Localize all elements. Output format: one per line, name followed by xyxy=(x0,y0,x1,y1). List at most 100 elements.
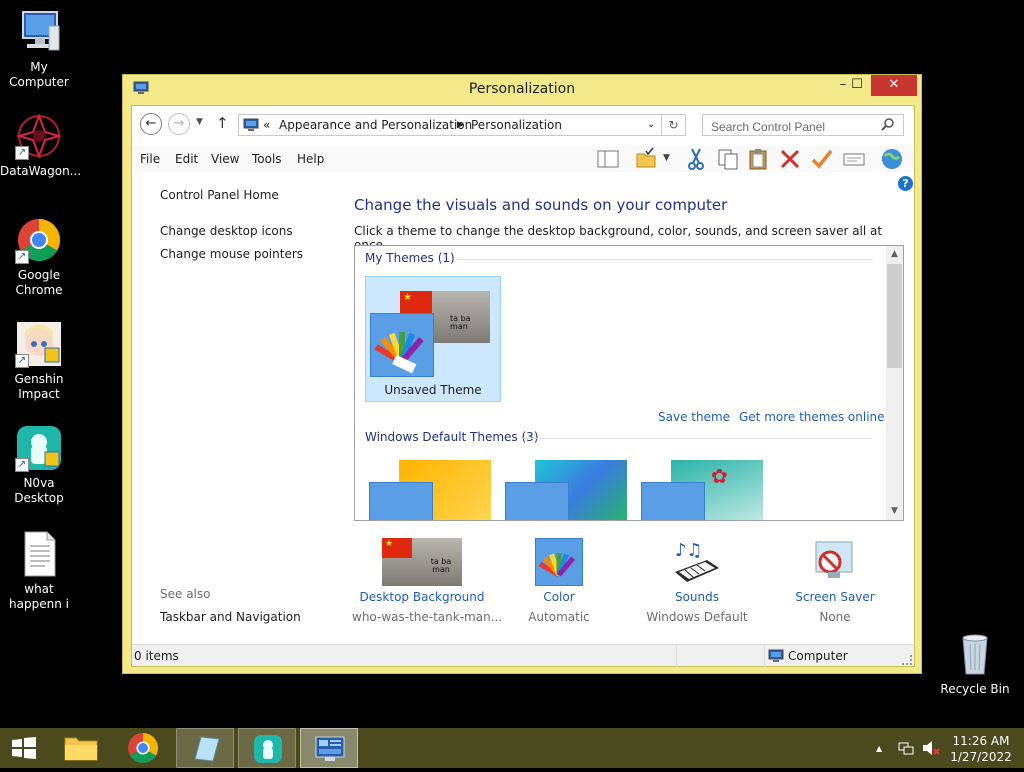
change-desktop-icons-link[interactable]: Change desktop icons xyxy=(160,224,293,238)
control-panel-icon xyxy=(315,736,345,761)
color-setting[interactable]: Color Automatic xyxy=(489,538,629,624)
recycle-bin-icon xyxy=(951,630,999,678)
unsaved-theme-tile[interactable]: ★ ta ba man Unsaved Theme xyxy=(365,276,501,402)
computer-icon xyxy=(768,649,784,663)
back-button[interactable]: ← xyxy=(140,113,162,135)
globe-icon[interactable] xyxy=(880,147,904,171)
setting-value: who-was-the-tank-man... xyxy=(352,610,503,624)
change-mouse-pointers-link[interactable]: Change mouse pointers xyxy=(160,247,303,261)
shortcut-arrow-icon: ↗ xyxy=(15,146,29,160)
up-arrow-icon[interactable]: ↑ xyxy=(216,114,229,132)
themes-scrollbar[interactable]: ▲ ▼ xyxy=(886,246,903,520)
clock-time: 11:26 AM xyxy=(952,734,1010,748)
recent-locations-chevron-icon[interactable]: ▼ xyxy=(196,117,203,127)
menu-file[interactable]: File xyxy=(140,152,160,166)
close-button[interactable]: ✕ xyxy=(871,75,917,96)
address-dropdown-chevron-icon[interactable]: ⌄ xyxy=(647,119,655,130)
cut-icon[interactable] xyxy=(684,147,708,171)
breadcrumb-overflow[interactable]: « xyxy=(263,118,270,132)
menu-tools[interactable]: Tools xyxy=(252,152,282,166)
setting-label: Desktop Background xyxy=(359,590,485,604)
control-panel-home-link[interactable]: Control Panel Home xyxy=(160,188,279,202)
taskbar-n0va-desktop[interactable] xyxy=(238,728,296,768)
properties-icon[interactable] xyxy=(842,147,866,171)
layout-pane-icon[interactable] xyxy=(596,147,620,171)
refresh-button[interactable]: ↻ xyxy=(662,114,686,136)
folder-dropdown-chevron-icon[interactable]: ▼ xyxy=(663,153,670,163)
desktop-icon-datawagon[interactable]: ↗ DataWagon... xyxy=(0,112,81,179)
menu-edit[interactable]: Edit xyxy=(175,152,198,166)
checkmark-icon[interactable] xyxy=(810,147,834,171)
title-bar[interactable]: Personalization – ☐ ✕ xyxy=(123,75,921,103)
desktop: My Computer ↗ DataWagon... ↗ Google Chro… xyxy=(0,0,1024,728)
desktop-icon-my-computer[interactable]: My Computer xyxy=(0,8,78,90)
sounds-icon: ♪♫ xyxy=(671,538,723,586)
desktop-icon-label: Google Chrome xyxy=(15,268,63,297)
delete-icon[interactable] xyxy=(778,147,802,171)
menu-view[interactable]: View xyxy=(211,152,239,166)
save-theme-link[interactable]: Save theme xyxy=(658,410,730,424)
default-themes-header[interactable]: Windows Default Themes (3) xyxy=(365,430,539,444)
forward-button[interactable]: → xyxy=(168,113,190,135)
taskbar-control-panel[interactable] xyxy=(300,728,358,768)
theme-tile-lines-and-colors[interactable] xyxy=(505,460,635,520)
copy-icon[interactable] xyxy=(716,147,740,171)
start-button[interactable] xyxy=(0,728,48,768)
notes-app-icon xyxy=(194,736,220,762)
desktop-icon-label: Recycle Bin xyxy=(940,682,1010,696)
address-bar[interactable]: « Appearance and Personalization ▶ Perso… xyxy=(238,114,662,136)
scroll-down-arrow-icon[interactable]: ▼ xyxy=(886,503,903,520)
flower-icon: ✿ xyxy=(711,464,728,488)
system-clock[interactable]: 11:26 AM 1/27/2022 xyxy=(948,733,1014,765)
resize-grip-icon[interactable] xyxy=(902,655,912,665)
taskbar-app-notes[interactable] xyxy=(176,728,234,768)
desktop-icon-text-file[interactable]: what happenn i xyxy=(0,530,78,612)
flag-star-icon: ★ xyxy=(403,292,412,303)
color-swatch-icon xyxy=(369,482,433,520)
breadcrumb-personalization[interactable]: Personalization xyxy=(471,118,562,132)
search-input[interactable] xyxy=(702,114,904,136)
see-also-title: See also xyxy=(160,587,211,601)
my-themes-header[interactable]: My Themes (1) xyxy=(365,251,455,265)
location-zone: Computer xyxy=(788,649,848,663)
scroll-thumb[interactable] xyxy=(887,264,902,368)
search-icon[interactable] xyxy=(880,117,896,133)
sounds-setting[interactable]: ♪♫ Sounds Windows Default xyxy=(627,538,767,624)
taskbar-chrome[interactable] xyxy=(114,728,172,768)
folder-check-icon[interactable] xyxy=(634,147,658,171)
scroll-up-arrow-icon[interactable]: ▲ xyxy=(886,246,903,263)
help-icon[interactable]: ? xyxy=(898,176,913,191)
breadcrumb-appearance-and-personalization[interactable]: Appearance and Personalization xyxy=(279,118,472,132)
paste-icon[interactable] xyxy=(746,147,770,171)
shortcut-arrow-icon: ↗ xyxy=(15,250,29,264)
desktop-icon-genshin[interactable]: ↗ Genshin Impact xyxy=(0,320,78,402)
genshin-icon: ↗ xyxy=(15,320,63,368)
screen-saver-icon xyxy=(810,538,860,586)
chrome-icon: ↗ xyxy=(15,216,63,264)
theme-image-caption: ta ba man xyxy=(450,314,471,331)
desktop-icon-chrome[interactable]: ↗ Google Chrome xyxy=(0,216,78,298)
desktop-icon-recycle-bin[interactable]: Recycle Bin xyxy=(936,630,1014,697)
volume-muted-icon[interactable] xyxy=(922,740,940,756)
breadcrumb-separator-icon[interactable]: ▶ xyxy=(457,120,464,130)
taskbar-and-navigation-link[interactable]: Taskbar and Navigation xyxy=(160,610,301,624)
color-swatch-icon xyxy=(641,482,705,520)
network-icon[interactable] xyxy=(898,740,914,756)
get-more-themes-link[interactable]: Get more themes online xyxy=(739,410,885,424)
group-divider xyxy=(523,438,873,439)
group-divider xyxy=(455,259,873,260)
taskbar-file-explorer[interactable] xyxy=(52,728,110,768)
screen-saver-setting[interactable]: Screen Saver None xyxy=(765,538,905,624)
maximize-button[interactable]: ☐ xyxy=(844,75,870,96)
page-title: Change the visuals and sounds on your co… xyxy=(354,196,728,214)
desktop-icon-label: what happenn i xyxy=(9,582,69,611)
menu-help[interactable]: Help xyxy=(297,152,324,166)
theme-tile-flowers[interactable]: ✿ xyxy=(641,460,771,520)
svg-text:♪♫: ♪♫ xyxy=(675,540,703,561)
menu-bar: File Edit View Tools Help ▼ xyxy=(132,146,914,172)
show-hidden-icons-button[interactable]: ▲ xyxy=(876,744,882,753)
desktop-icon-n0va[interactable]: ↗ N0va Desktop xyxy=(0,424,78,506)
status-divider xyxy=(676,645,677,667)
desktop-background-setting[interactable]: ★ ta ba man Desktop Background who-was-t… xyxy=(352,538,503,624)
theme-tile-windows[interactable] xyxy=(369,460,499,520)
